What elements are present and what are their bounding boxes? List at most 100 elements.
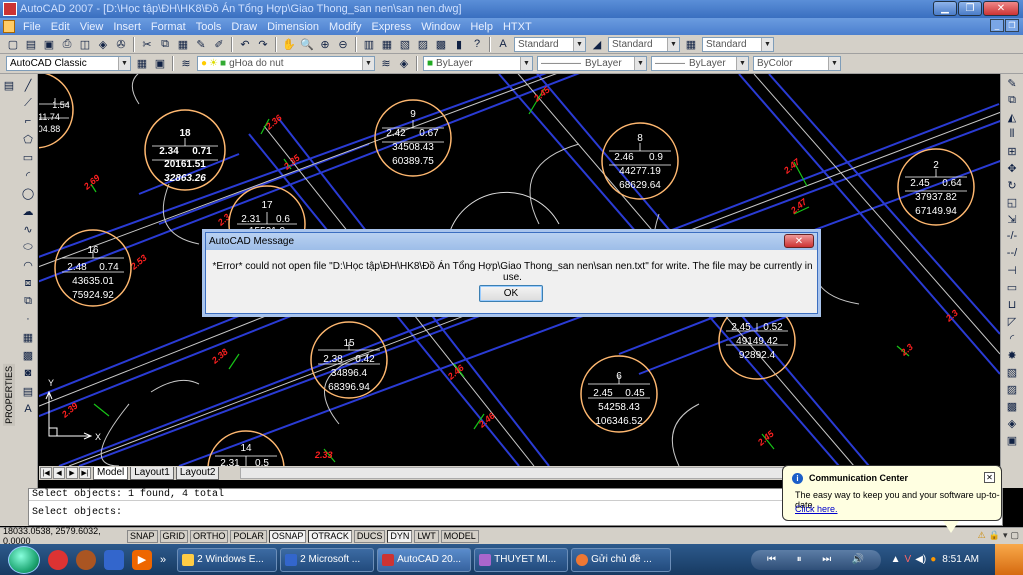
taskbar-item-thuyet-minh[interactable]: THUYET MI... [474,547,569,572]
polygon-icon[interactable]: ⬠ [20,131,36,147]
menu-htxt[interactable]: HTXT [498,21,537,33]
next-tab-button[interactable]: ▶ [66,467,78,479]
properties-icon[interactable]: ▥ [361,37,377,52]
properties-palette-label[interactable]: PROPERTIES [3,364,15,426]
rectangle-icon[interactable]: ▭ [20,149,36,165]
tab-layout2[interactable]: Layout2 [175,466,220,480]
doc-restore-button[interactable]: ❐ [1005,19,1019,32]
show-desktop-button[interactable] [995,544,1023,575]
redo-icon[interactable]: ↷ [255,37,271,52]
menu-insert[interactable]: Insert [108,21,146,33]
pan-icon[interactable]: ✋ [281,37,297,52]
coordinates-display[interactable]: 18033.0538, 2579.6032, 0.0000 [0,526,127,546]
rotate-icon[interactable]: ↻ [1004,177,1020,193]
first-tab-button[interactable]: |◀ [40,467,52,479]
speaker-tray-icon[interactable]: ◀) [915,554,926,565]
prev-tab-button[interactable]: ◀ [53,467,65,479]
menu-view[interactable]: View [75,21,109,33]
ortho-toggle[interactable]: ORTHO [190,529,229,543]
menu-edit[interactable]: Edit [46,21,75,33]
break-icon[interactable]: ▭ [1004,279,1020,295]
properties-palette-icon[interactable]: ▤ [1,77,17,93]
chamfer-icon[interactable]: ◸ [1004,313,1020,329]
menu-format[interactable]: Format [146,21,191,33]
clock[interactable]: 8:51 AM [942,554,979,565]
new-icon[interactable]: ▢ [5,37,21,52]
lineweight-select[interactable]: ——— ByLayer ▼ [651,56,749,71]
title-bar[interactable]: AutoCAD 2007 - [D:\Học tập\ĐH\HK8\Đồ Án … [0,0,1023,18]
taskbar-item-microsoft-word[interactable]: 2 Microsoft ... [280,547,375,572]
menu-express[interactable]: Express [366,21,416,33]
array-icon[interactable]: ⊞ [1004,143,1020,159]
hatch-icon[interactable]: ▦ [20,329,36,345]
layer-previous-icon[interactable]: ◈ [396,56,412,71]
yahoo-messenger-icon[interactable] [76,549,96,570]
last-tab-button[interactable]: ▶| [79,467,91,479]
mtext-icon[interactable]: A [20,401,36,417]
insert-block-icon[interactable]: ⧈ [20,275,36,291]
doc-minimize-button[interactable]: _ [990,19,1004,32]
ducs-toggle[interactable]: DUCS [353,529,386,543]
zoom-window-icon[interactable]: ⊕ [317,37,333,52]
explode-icon[interactable]: ✸ [1004,347,1020,363]
circle-icon[interactable]: ◯ [20,185,36,201]
offset-icon[interactable]: ⫴ [1004,126,1020,142]
help-icon[interactable]: ? [469,37,485,52]
menu-tools[interactable]: Tools [191,21,227,33]
command-line-grip[interactable] [0,480,28,526]
zoom-tools-icon[interactable]: ◈ [1004,415,1020,431]
media-controls[interactable]: ⏮ ⏸ ⏭ 🔊 [750,549,881,570]
status-menu-icon[interactable]: ▾ [1003,530,1008,541]
ellipse-icon[interactable]: ⬭ [20,239,36,255]
table-icon[interactable]: ▤ [20,383,36,399]
color-select[interactable]: ■ ByLayer ▼ [423,56,533,71]
undo-icon[interactable]: ↶ [237,37,253,52]
break-at-point-icon[interactable]: ⊣ [1004,262,1020,278]
gradient-icon[interactable]: ▩ [20,347,36,363]
draworder-icon[interactable]: ▧ [1004,364,1020,380]
paste-icon[interactable]: ▦ [175,37,191,52]
taskbar-item-browser[interactable]: Gửi chủ đề ... [571,547,672,572]
maximize-button[interactable]: ❐ [958,1,982,16]
taskbar-item-autocad[interactable]: AutoCAD 20... [377,547,472,572]
copy-object-icon[interactable]: ⧉ [1004,92,1020,108]
lwt-toggle[interactable]: LWT [414,529,439,543]
my-workspace-icon[interactable]: ▣ [152,56,168,71]
tab-layout1[interactable]: Layout1 [130,466,174,480]
point-icon[interactable]: · [20,311,36,327]
document-icon[interactable] [3,20,15,33]
layer-tools-icon[interactable]: ▩ [1004,398,1020,414]
preview-icon[interactable]: ◫ [77,37,93,52]
volume-icon[interactable]: 🔊 [852,554,864,565]
zoom-previous-icon[interactable]: ⊖ [335,37,351,52]
match-properties-icon[interactable]: ✎ [193,37,209,52]
calculator-icon[interactable]: ▮ [451,37,467,52]
open-icon[interactable]: ▤ [23,37,39,52]
close-button[interactable]: ✕ [983,1,1019,16]
media-prev-icon[interactable]: ⏮ [767,554,776,565]
network-tray-icon[interactable]: ● [930,554,936,565]
otrack-toggle[interactable]: OTRACK [308,529,352,543]
dialog-close-button[interactable]: ✕ [784,234,814,248]
menu-modify[interactable]: Modify [324,21,366,33]
markup-icon[interactable]: ▩ [433,37,449,52]
model-toggle[interactable]: MODEL [440,529,479,543]
spline-icon[interactable]: ∿ [20,221,36,237]
polar-toggle[interactable]: POLAR [230,529,267,543]
media-play-icon[interactable]: ⏸ [797,554,802,565]
tool-palettes-icon[interactable]: ▧ [397,37,413,52]
text-style-select[interactable]: Standard ▼ [514,36,586,52]
text-style-icon[interactable]: A [495,37,511,52]
ellipse-arc-icon[interactable]: ◠ [20,257,36,273]
table-style-icon[interactable]: ▦ [683,37,699,52]
print-icon[interactable]: ⎙ [59,37,75,52]
selection-icon[interactable]: ▣ [1004,432,1020,448]
move-icon[interactable]: ✥ [1004,160,1020,176]
menu-window[interactable]: Window [416,21,465,33]
linetype-select[interactable]: ———— ByLayer ▼ [537,56,647,71]
arc-icon[interactable]: ◜ [20,167,36,183]
publish-icon[interactable]: ◈ [95,37,111,52]
make-current-layer-icon[interactable]: ≋ [378,56,394,71]
group-icon[interactable]: ▨ [1004,381,1020,397]
dialog-title-bar[interactable]: AutoCAD Message ✕ [206,233,817,250]
